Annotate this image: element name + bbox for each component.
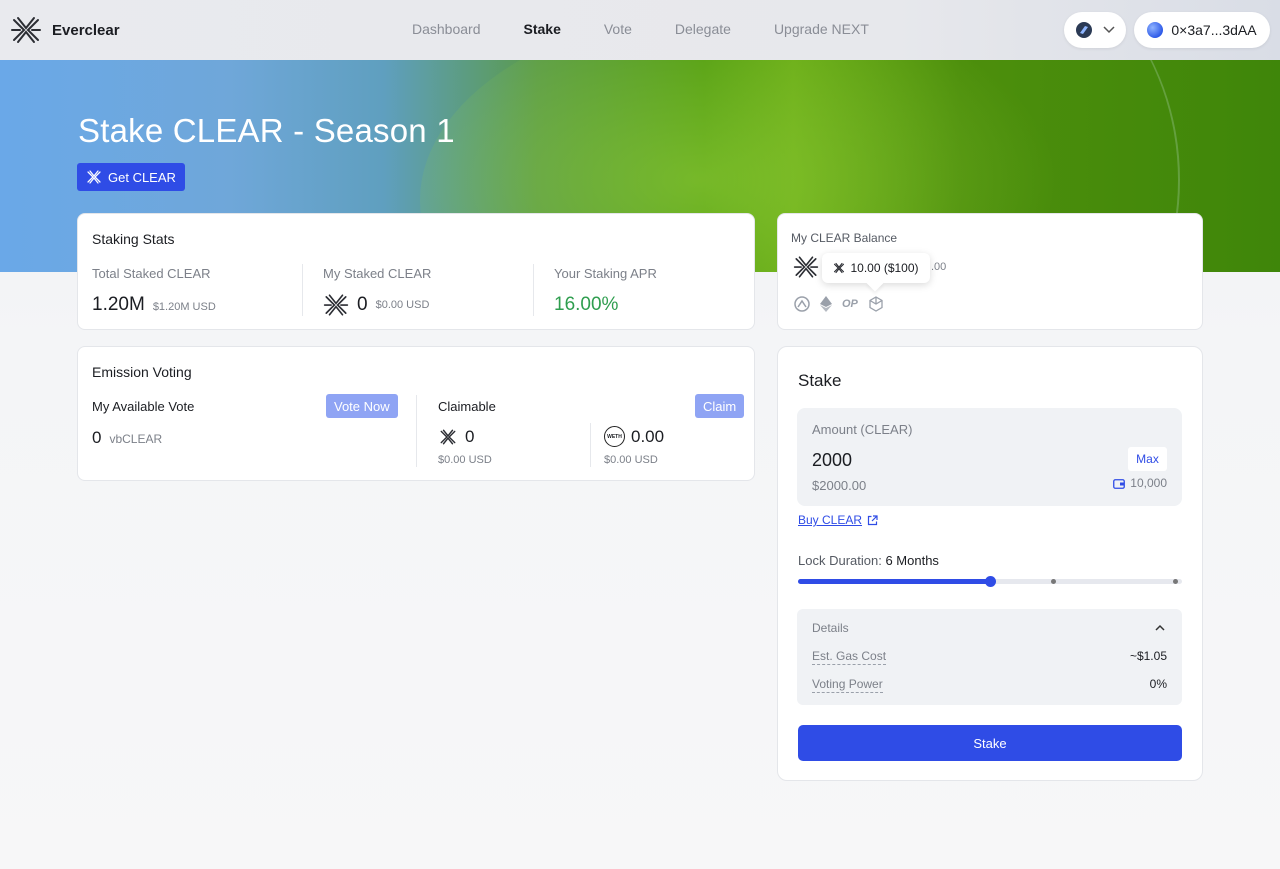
lock-duration-value: 6 Months [885, 553, 939, 568]
my-staked-amount: 0 [357, 294, 368, 315]
total-staked-value: 1.20M $1.20M USD [92, 294, 216, 316]
lock-duration-label: Lock Duration: [798, 553, 882, 568]
slider-tick[interactable] [1173, 579, 1178, 584]
buy-clear-link[interactable]: Buy CLEAR [798, 513, 878, 527]
divider [533, 264, 534, 316]
claimable-weth-amount: 0.00 [631, 426, 665, 446]
wallet-address: 0×3a7...3dAA [1171, 22, 1257, 38]
amount-usd: $2000.00 [812, 478, 867, 493]
emission-voting-title: Emission Voting [92, 364, 192, 380]
nav-upgrade-next[interactable]: Upgrade NEXT [774, 21, 869, 37]
main-nav: Dashboard Stake Vote Delegate Upgrade NE… [412, 21, 912, 37]
my-staked-value: 0 $0.00 USD [323, 292, 429, 318]
chevron-down-icon [1103, 26, 1115, 34]
available-vote-unit: vbCLEAR [109, 432, 163, 446]
amount-label: Amount (CLEAR) [812, 422, 913, 437]
buy-clear-label: Buy CLEAR [798, 513, 863, 527]
brand-name: Everclear [52, 21, 120, 39]
nav-stake[interactable]: Stake [524, 21, 561, 37]
divider [302, 264, 303, 316]
page-title: Stake CLEAR - Season 1 [78, 112, 455, 149]
divider [590, 423, 591, 467]
ethereum-icon[interactable] [820, 296, 832, 312]
lock-duration: Lock Duration: 6 Months [798, 553, 939, 568]
details-label: Details [812, 621, 849, 635]
amount-input-box[interactable]: Amount (CLEAR) 2000 $2000.00 10,000 [797, 408, 1182, 506]
weth-token-icon: WETH [604, 426, 625, 447]
network-selector[interactable] [1064, 12, 1126, 48]
apr-value: 16.00% [554, 294, 619, 315]
claimable-weth-usd: $0.00 USD [604, 454, 658, 466]
gas-cost-label-text: Est. Gas Cost [812, 649, 887, 665]
nav-delegate[interactable]: Delegate [675, 21, 731, 37]
get-clear-label: Get CLEAR [108, 169, 176, 185]
get-clear-button[interactable]: Get CLEAR [77, 163, 185, 191]
clear-token-icon [323, 294, 349, 316]
vote-now-button[interactable]: Vote Now [326, 394, 398, 418]
total-staked-amount: 1.20M [92, 294, 145, 315]
claimable-clear-amount: 0 [465, 427, 475, 446]
external-link-icon [867, 514, 878, 525]
stake-title: Stake [798, 371, 842, 390]
clear-token-icon [440, 429, 456, 445]
cube-chain-icon[interactable] [868, 296, 884, 312]
brand[interactable]: Everclear [10, 14, 120, 46]
total-staked-label: Total Staked CLEAR [92, 266, 211, 281]
my-staked-label: My Staked CLEAR [323, 266, 432, 281]
claimable-clear: 0 [439, 427, 474, 447]
slider-tick[interactable] [1051, 579, 1056, 584]
wallet-balance: 10,000 [1113, 476, 1167, 490]
optimism-icon[interactable]: OP [842, 298, 858, 310]
lock-slider-fill [798, 579, 990, 584]
tooltip-text: 10.00 ($100) [850, 261, 919, 275]
top-bar: Everclear Dashboard Stake Vote Delegate … [0, 0, 1280, 60]
divider [416, 395, 417, 467]
voting-power-value: 0% [1149, 677, 1167, 691]
nav-vote[interactable]: Vote [604, 21, 632, 37]
voting-power-label-text: Voting Power [812, 677, 883, 693]
everclear-logo-icon [11, 17, 41, 43]
wallet-button[interactable]: 0×3a7...3dAA [1134, 12, 1270, 48]
staking-stats-card: Staking Stats Total Staked CLEAR 1.20M $… [77, 213, 755, 330]
gas-cost-value: ~$1.05 [1129, 649, 1167, 663]
everclear-chain-icon[interactable] [794, 296, 810, 312]
chevron-up-icon[interactable] [1155, 624, 1165, 631]
my-staked-usd: $0.00 USD [375, 299, 430, 311]
claimable-weth: WETH 0.00 [604, 426, 664, 447]
clear-token-icon [87, 170, 101, 184]
available-vote-value: 0 vbCLEAR [92, 428, 162, 448]
balance-title: My CLEAR Balance [791, 231, 898, 245]
max-button[interactable]: Max [1128, 447, 1167, 471]
total-staked-usd: $1.20M USD [152, 301, 216, 313]
staking-stats-title: Staking Stats [92, 231, 175, 247]
wallet-balance-amount: 10,000 [1130, 476, 1167, 490]
emission-voting-card: Emission Voting My Available Vote Vote N… [77, 346, 755, 481]
apr-label: Your Staking APR [554, 266, 657, 281]
amount-input[interactable]: 2000 [812, 450, 852, 471]
details-panel: Details Est. Gas Cost ~$1.05 Voting Powe… [797, 609, 1182, 705]
claimable-label: Claimable [438, 399, 496, 414]
network-icon [1076, 22, 1092, 38]
lock-slider-thumb[interactable] [985, 576, 996, 587]
voting-power-label: Voting Power [812, 677, 883, 693]
gas-cost-label: Est. Gas Cost [812, 649, 887, 665]
balance-tooltip: 10.00 ($100) [822, 253, 930, 283]
nav-dashboard[interactable]: Dashboard [412, 21, 481, 37]
chain-icons: OP [794, 296, 884, 312]
clear-token-icon [793, 256, 819, 278]
available-vote-amount: 0 [92, 428, 102, 447]
claim-button[interactable]: Claim [695, 394, 745, 418]
balance-value-suffix: .00 [931, 261, 947, 273]
wallet-icon [1113, 478, 1126, 489]
claimable-clear-usd: $0.00 USD [438, 454, 492, 466]
available-vote-label: My Available Vote [92, 399, 195, 414]
wallet-avatar-icon [1147, 22, 1164, 38]
clear-token-icon [834, 262, 845, 274]
stake-button[interactable]: Stake [798, 725, 1182, 761]
